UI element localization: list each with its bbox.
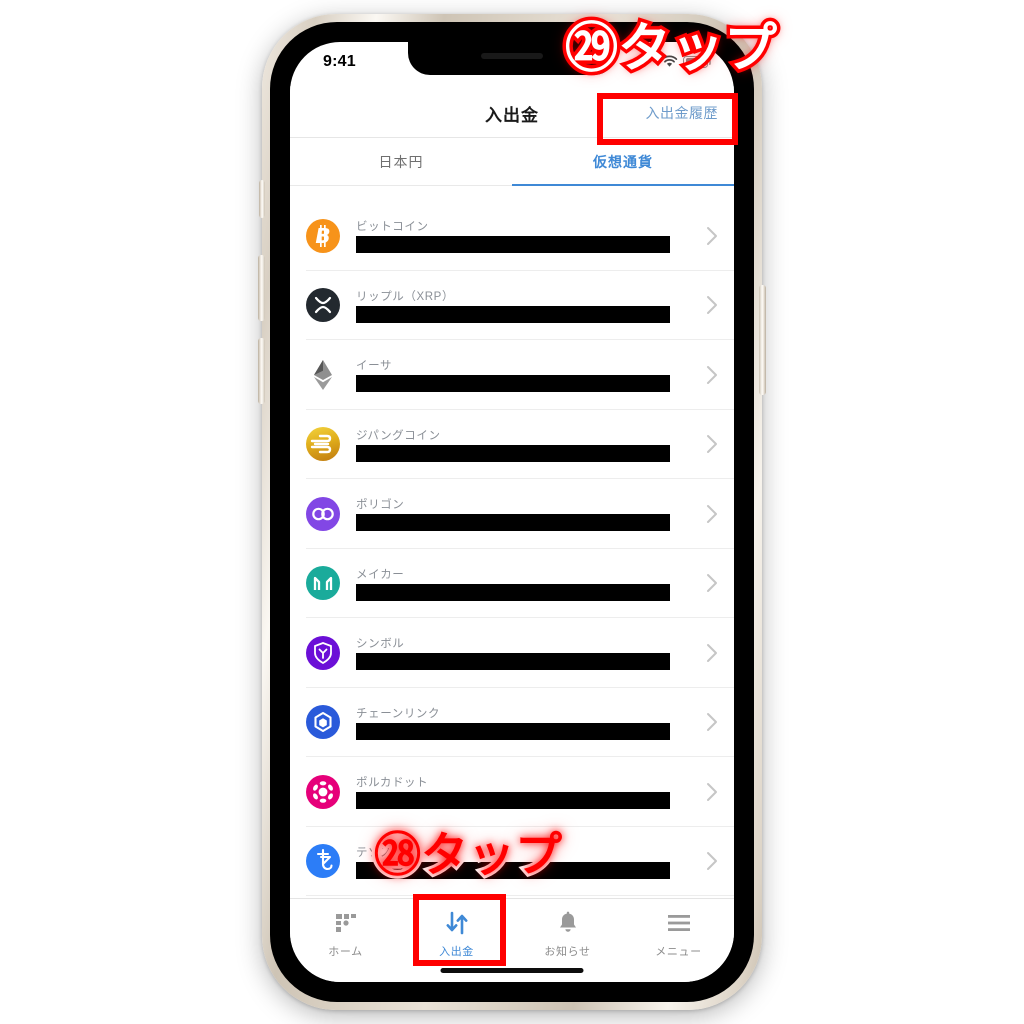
redacted-balance — [356, 583, 670, 601]
list-item-body: シンボル — [356, 635, 698, 671]
chevron-right-icon — [698, 295, 726, 315]
tab-jpy[interactable]: 日本円 — [290, 138, 512, 185]
redacted-balance — [356, 236, 670, 254]
chevron-right-icon — [698, 643, 726, 663]
callout-28: ㉘タップ — [371, 828, 565, 883]
list-item[interactable]: メイカー — [290, 549, 734, 619]
polkadot-icon — [306, 774, 340, 809]
tab-crypto-label: 仮想通貨 — [593, 153, 653, 170]
currency-type-tabs: 日本円 仮想通貨 — [290, 138, 734, 186]
symbol-icon — [306, 635, 340, 670]
nav-item-home[interactable]: ホーム — [290, 910, 401, 959]
chevron-right-icon — [698, 851, 726, 871]
tezos-icon — [306, 844, 340, 879]
chevron-right-icon — [698, 226, 726, 246]
list-item-body: チェーンリンク — [356, 705, 698, 740]
list-item[interactable]: リップル（XRP） — [290, 271, 734, 341]
list-item[interactable]: ポリゴン — [290, 479, 734, 549]
volume-down-button[interactable] — [258, 338, 265, 404]
ethereum-icon — [306, 358, 340, 392]
highlight-tabbar-transfer — [413, 894, 506, 966]
chainlink-icon — [306, 705, 340, 740]
coin-name: チェーンリンク — [356, 707, 441, 720]
mute-switch-button[interactable] — [259, 180, 265, 218]
list-item-body: ビットコイン — [356, 218, 698, 254]
list-item-body: ポルカドット — [356, 774, 698, 810]
earpiece-speaker-icon — [481, 53, 543, 59]
list-item[interactable]: B ビットコイン — [290, 201, 734, 271]
redacted-balance — [356, 305, 670, 323]
tab-jpy-label: 日本円 — [378, 153, 424, 170]
svg-text:B: B — [315, 224, 330, 248]
xrp-icon — [306, 288, 340, 323]
redacted-balance — [356, 792, 670, 810]
bell-icon — [556, 910, 580, 936]
hamburger-icon — [666, 910, 692, 936]
screenshot-stage: 9:41 入出金 入出金履歴 日本円 仮想通貨 B ビットコイン リップル（XR… — [0, 0, 1024, 1024]
nav-item-home-label: ホーム — [328, 946, 363, 958]
nav-item-menu-label: メニュー — [655, 946, 702, 958]
coin-name: メイカー — [356, 568, 405, 581]
polygon-icon — [306, 496, 340, 531]
redacted-balance — [356, 514, 670, 532]
list-item[interactable]: ジパングコイン — [290, 410, 734, 480]
nav-item-menu[interactable]: メニュー — [623, 910, 734, 959]
chevron-right-icon — [698, 573, 726, 593]
list-item[interactable]: シンボル — [290, 618, 734, 688]
redacted-balance — [356, 722, 670, 740]
tab-crypto[interactable]: 仮想通貨 — [512, 138, 734, 186]
redacted-balance — [356, 375, 670, 393]
jpyc-icon — [306, 427, 340, 462]
list-item-body: ポリゴン — [356, 496, 698, 532]
redacted-balance — [356, 653, 670, 671]
list-item-body: リップル（XRP） — [356, 288, 698, 323]
chevron-right-icon — [698, 712, 726, 732]
list-item[interactable]: チェーンリンク — [290, 688, 734, 758]
coin-name: ポリゴン — [356, 499, 405, 512]
list-item-body: イーサ — [356, 357, 698, 393]
chevron-right-icon — [698, 365, 726, 385]
coin-name: ポルカドット — [356, 777, 429, 790]
coin-list[interactable]: B ビットコイン リップル（XRP） イーサ ジパングコイン ポリゴン メイカー… — [290, 187, 734, 898]
volume-up-button[interactable] — [258, 255, 265, 321]
highlight-history-button — [597, 93, 738, 145]
bitcoin-icon: B — [306, 218, 340, 253]
list-item-body: メイカー — [356, 566, 698, 601]
chevron-right-icon — [698, 782, 726, 802]
bottom-navigation-bar: ホーム 入出金 お知らせ メニュー — [290, 898, 734, 982]
chevron-right-icon — [698, 504, 726, 524]
coin-name: リップル（XRP） — [356, 290, 455, 303]
list-item-body: ジパングコイン — [356, 427, 698, 462]
coin-name: シンボル — [356, 638, 405, 651]
redacted-balance — [356, 444, 670, 462]
home-indicator — [440, 968, 584, 973]
nav-item-notifications-label: お知らせ — [544, 946, 591, 958]
status-bar-time: 9:41 — [323, 53, 356, 70]
callout-29: ㉙タップ — [562, 18, 781, 79]
coin-name: ジパングコイン — [356, 429, 441, 442]
list-item[interactable]: イーサ — [290, 340, 734, 410]
coin-name: イーサ — [356, 360, 393, 373]
maker-icon — [306, 566, 340, 601]
grid-icon — [334, 910, 358, 936]
chevron-right-icon — [698, 434, 726, 454]
coin-name: ビットコイン — [356, 221, 429, 234]
power-button[interactable] — [759, 285, 766, 395]
list-item[interactable]: ポルカドット — [290, 757, 734, 827]
nav-item-notifications[interactable]: お知らせ — [512, 910, 623, 959]
